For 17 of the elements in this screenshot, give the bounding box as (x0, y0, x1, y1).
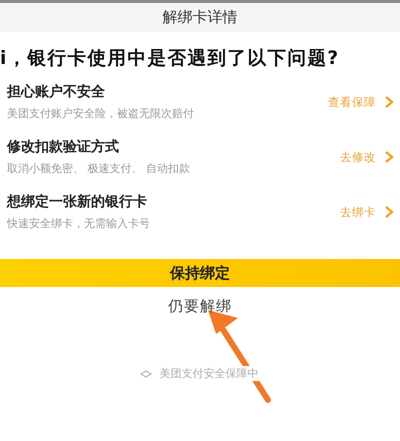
option-link[interactable]: 去修改 (340, 150, 376, 164)
option-description: 取消小额免密、 极速支付、 自动扣款 (7, 161, 191, 176)
question-heading: i，银行卡使用中是否遇到了以下问题? (0, 47, 340, 71)
option-title: 想绑定一张新的银行卡 (7, 193, 148, 211)
security-note: 美团支付安全保障中 (158, 366, 260, 381)
page-title: 解绑卡详情 (162, 8, 238, 27)
option-title: 修改扣款验证方式 (7, 138, 120, 156)
chevron-right-icon (384, 95, 394, 109)
option-link[interactable]: 去绑卡 (340, 204, 376, 220)
option-title: 担心账户不安全 (7, 83, 106, 101)
option-description: 快速安全绑卡，无需输入卡号 (7, 216, 151, 231)
option-link[interactable]: 查看保障 (328, 94, 376, 110)
option-description: 美团支付账户安全险，被盗无限次赔付 (7, 106, 195, 121)
keep-binding-button[interactable]: 保持绑定 (0, 259, 400, 287)
chevron-right-icon (384, 205, 394, 219)
chevron-right-icon (384, 150, 394, 164)
unbind-link[interactable]: 仍要解绑 (168, 297, 232, 316)
